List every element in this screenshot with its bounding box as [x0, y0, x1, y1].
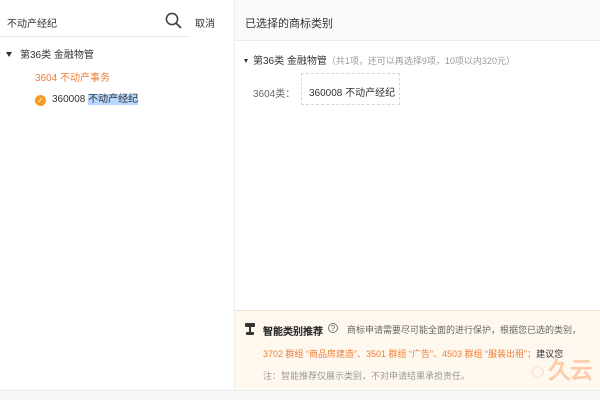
recommend-suggestion: 3702 群组 “商品房建造”、3501 群组 “广告”、4503 群组 “服装… [263, 347, 563, 360]
selected-item-text: 360008 不动产经纪 [309, 88, 396, 99]
watermark-logo: ◌ 久云 [530, 351, 593, 385]
tree-category[interactable]: 第36类 金融物管 [6, 46, 94, 61]
tree-item-name: 不动产经纪 [88, 94, 139, 105]
recommend-icon [244, 322, 256, 339]
left-panel: 取消 第36类 金融物管 3604 不动产事务 ✓ 360008 不动产经纪 [0, 0, 235, 390]
tree-item[interactable]: ✓ 360008 不动产经纪 [35, 90, 139, 106]
panel-title: 已选择的商标类别 [245, 18, 333, 30]
search-input[interactable] [7, 14, 157, 30]
selected-category[interactable]: 第36类 金融物管（共1项，还可以再选择9项，10项以内320元） [244, 52, 515, 67]
recommend-description: 商标申请需要尽可能全面的进行保护，根据您已选的类别， [347, 325, 582, 335]
question-icon[interactable]: ? [328, 323, 338, 333]
bottom-bar [0, 390, 600, 400]
checkmark-icon: ✓ [35, 95, 46, 106]
selected-panel: 已选择的商标类别 第36类 金融物管（共1项，还可以再选择9项，10项以内320… [235, 0, 600, 391]
panel-header: 已选择的商标类别 [235, 0, 600, 41]
search-icon [165, 12, 182, 29]
recommend-title: 智能类别推荐 [263, 327, 323, 338]
collapse-icon [244, 59, 248, 63]
cancel-button[interactable]: 取消 [195, 15, 215, 30]
tree-item-code: 360008 [52, 94, 86, 105]
stamp-icon [245, 323, 255, 335]
search-box[interactable] [0, 8, 188, 37]
selected-category-label: 第36类 金融物管 [253, 56, 327, 67]
suggestion-text: 3702 群组 “商品房建造”、3501 群组 “广告”、4503 群组 “服装… [263, 349, 537, 359]
tree-group[interactable]: 3604 不动产事务 [35, 69, 110, 84]
recommendation-box: 智能类别推荐 ? 商标申请需要尽可能全面的进行保护，根据您已选的类别， 3702… [235, 310, 600, 391]
app-window: 取消 第36类 金融物管 3604 不动产事务 ✓ 360008 不动产经纪 已选… [0, 0, 600, 400]
expand-icon [6, 52, 12, 57]
cloud-logo-icon: ◌ [530, 358, 545, 385]
search-button[interactable] [164, 11, 184, 31]
recommend-note: 注：智能推荐仅展示类别，不对申请结果承担责任。 [263, 371, 471, 381]
tree-category-label: 第36类 金融物管 [20, 50, 94, 61]
selected-item-chip[interactable]: 360008 不动产经纪 [301, 73, 400, 105]
selected-category-note: （共1项，还可以再选择9项，10项以内320元） [326, 56, 515, 66]
watermark-text: 久云 [548, 357, 593, 383]
class-label: 3604类： [253, 89, 296, 100]
